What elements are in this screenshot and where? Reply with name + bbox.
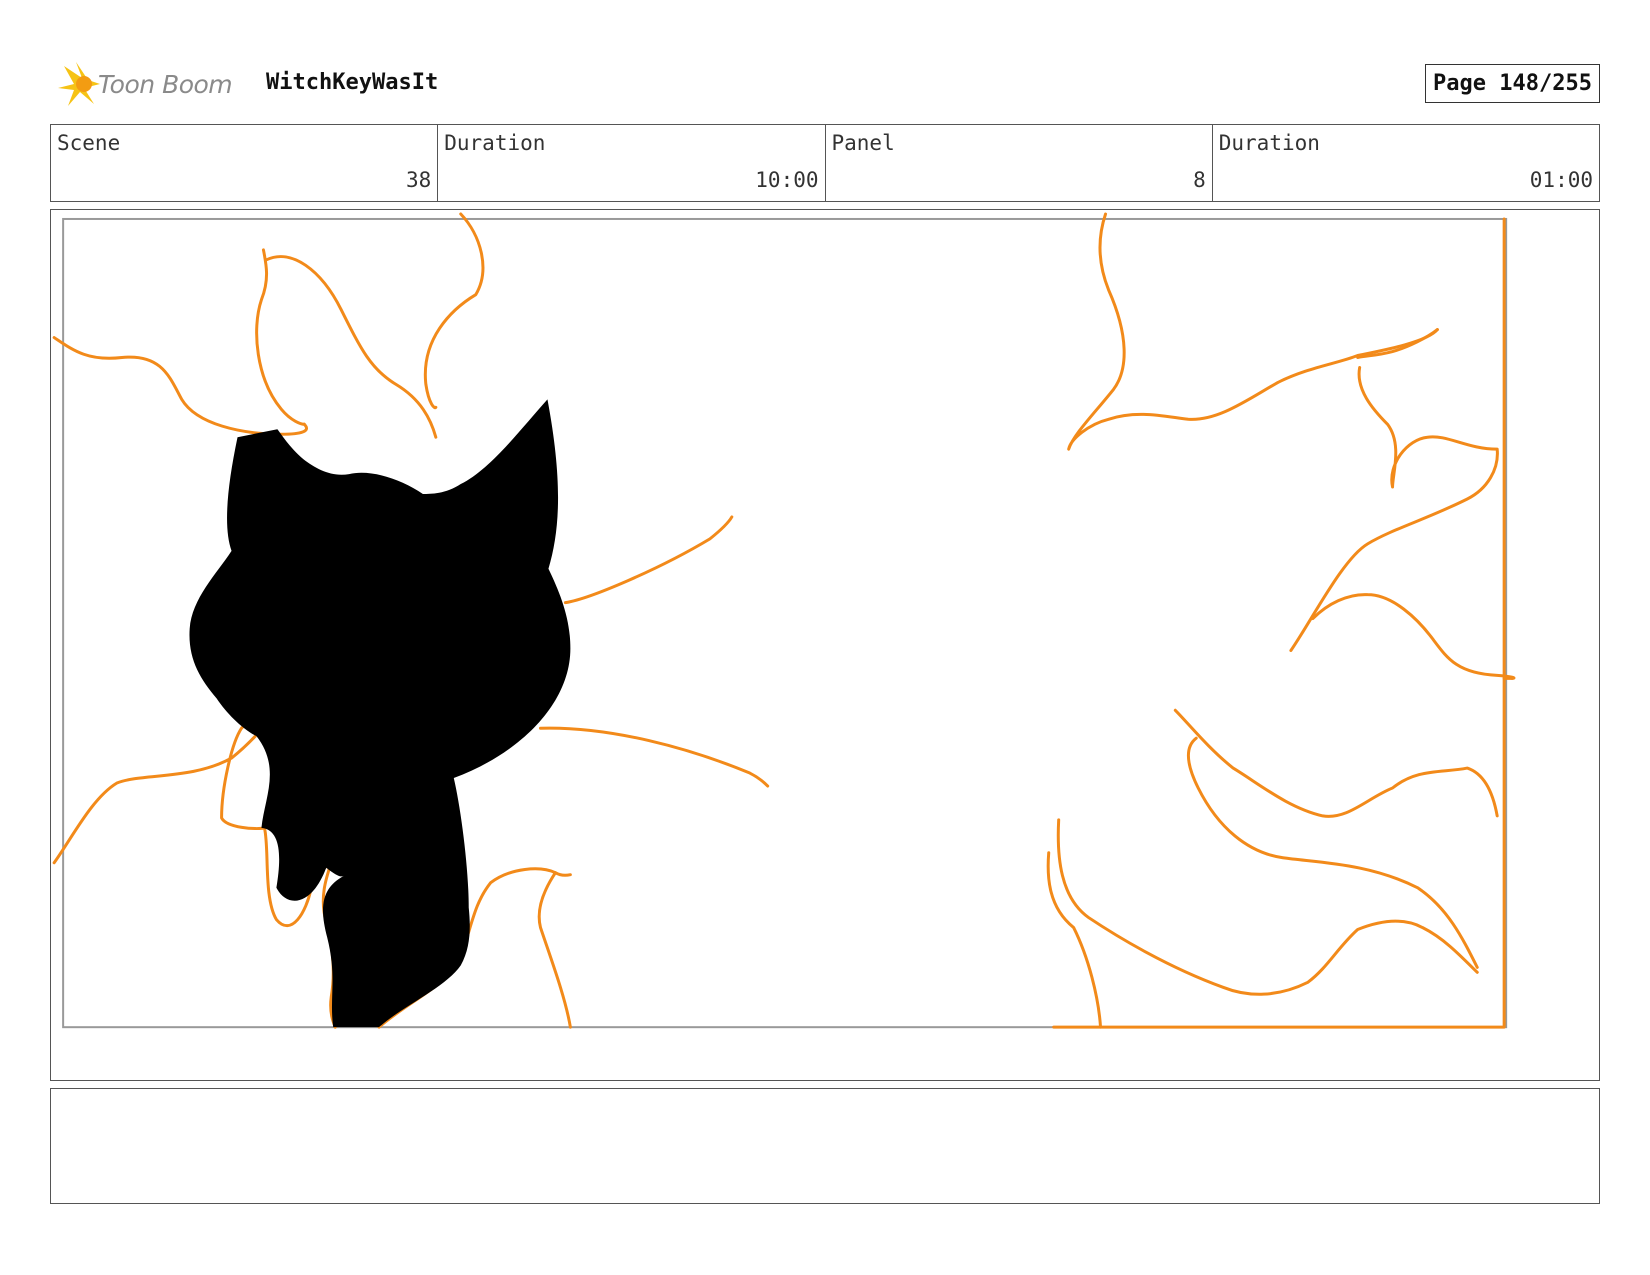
panel-value: 8 (1193, 168, 1206, 192)
scene-duration-label: Duration (444, 131, 546, 155)
sketch-line (537, 871, 572, 1029)
scene-cell: Scene 38 (51, 125, 439, 201)
page-number-badge: Page 148/255 (1425, 64, 1600, 103)
scene-value: 38 (405, 168, 432, 192)
sketch-line (1052, 217, 1506, 1029)
cat-silhouette (189, 399, 571, 1028)
toon-boom-logo: Toon Boom (54, 58, 254, 110)
sketch-line (1289, 365, 1499, 652)
sketch-line (423, 212, 485, 410)
logo-text: Toon Boom (98, 69, 233, 99)
panel-label: Panel (831, 131, 895, 155)
sketch-line (255, 248, 306, 426)
panel-cell: Panel 8 (826, 125, 1213, 201)
panel-duration-value: 01:00 (1529, 168, 1593, 192)
sketch-line (264, 255, 438, 439)
panel-artwork (52, 212, 1516, 1029)
panel-duration-label: Duration (1218, 131, 1320, 155)
sketch-line (1311, 593, 1516, 680)
sketch-line (1056, 818, 1479, 996)
sketch-line (563, 515, 734, 605)
sketch-line (1067, 212, 1439, 451)
panel-duration-cell: Duration 01:00 (1213, 125, 1599, 201)
scene-label: Scene (57, 131, 121, 155)
scene-duration-cell: Duration 10:00 (438, 125, 826, 201)
page-header: Toon Boom WitchKeyWasIt Page 148/255 (50, 58, 1600, 110)
sketch-line (1173, 708, 1499, 818)
sketch-line (538, 726, 770, 788)
scene-duration-value: 10:00 (755, 168, 819, 192)
storyboard-panel-frame (50, 209, 1600, 1081)
panel-notes-box (50, 1088, 1600, 1204)
sketch-line (1046, 851, 1103, 1029)
project-title: WitchKeyWasIt (266, 70, 439, 95)
scene-info-table: Scene 38 Duration 10:00 Panel 8 Duration… (50, 124, 1600, 202)
